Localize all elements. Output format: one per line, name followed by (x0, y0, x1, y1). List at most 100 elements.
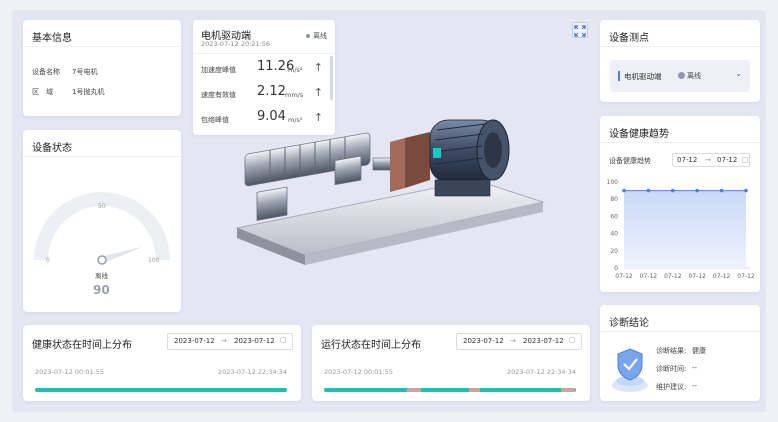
status-dot-icon (306, 34, 310, 38)
timeline-segment (407, 388, 422, 392)
area-value: 1号抛丸机 (72, 88, 105, 96)
gauge-value: 90 (93, 283, 110, 297)
series-area (624, 190, 746, 268)
gauge-state-label: 离线 (95, 272, 108, 280)
data-point (646, 188, 651, 193)
device-name-value: 7号电机 (72, 68, 98, 76)
metric-unit: m/s² (288, 66, 303, 74)
motor-scrollbar[interactable] (330, 56, 333, 100)
metric-row-accel: 加速度峰值 11.26 m/s² ↑ (201, 59, 329, 79)
measure-points-title: 设备测点 (600, 20, 760, 47)
y-tick-label: 60 (610, 213, 618, 220)
gauge-max-label: 100 (148, 257, 160, 264)
diagnosis-result-value: 健康 (692, 347, 706, 355)
basic-info-title: 基本信息 (23, 20, 181, 47)
timeline-segment (324, 388, 408, 392)
data-point (622, 188, 626, 193)
x-tick-label: 07-12 (640, 273, 658, 280)
x-tick-label: 07-12 (615, 273, 633, 280)
timeline-segment (468, 388, 481, 392)
run-timeline-bar[interactable] (324, 388, 576, 392)
run-end-time: 2023-07-12 22:34:34 (506, 368, 576, 376)
diagnosis-time-value: -- (692, 364, 698, 372)
health-trend-chart: 0 20 40 60 80 100 07-12 07-12 07-12 07-12 07-12 07-… (607, 179, 755, 280)
diagnosis-card: 诊断结论 诊断结果: 健康 诊断时间: -- 维护建议: -- (600, 305, 760, 401)
trend-date-range-picker[interactable]: 07-12 → 07-12 ▢ (672, 153, 750, 167)
data-point (671, 188, 675, 193)
y-tick-label: 0 (614, 265, 618, 272)
x-tick-label: 07-12 (688, 273, 706, 280)
arrow-up-icon: ↑ (313, 86, 323, 99)
timeline-segment (35, 388, 287, 392)
basic-info-card: 基本信息 设备名称 7号电机 区 域 1号抛丸机 (23, 20, 181, 116)
expand-icon (574, 25, 586, 37)
run-date-range-picker[interactable]: 2023-07-12 → 2023-07-12 ▢ (456, 333, 582, 350)
measure-point-select[interactable]: 电机驱动端 离线 ⌄ (610, 60, 750, 92)
run-distribution-title: 运行状态在时间上分布 (321, 340, 421, 351)
gauge-mid-label: 50 (98, 203, 106, 210)
health-trend-card: 设备健康趋势 设备健康趋势 07-12 → 07-12 ▢ 0 20 40 60 80 1… (600, 116, 760, 292)
y-tick-label: 40 (610, 231, 618, 238)
fullscreen-button[interactable] (572, 22, 588, 38)
trend-date-from: 07-12 (677, 156, 698, 164)
device-status-title: 设备状态 (23, 130, 181, 157)
x-tick-label: 07-12 (664, 273, 682, 280)
metric-label: 速度有效值 (201, 91, 236, 99)
metric-unit: mm/s (285, 91, 304, 99)
timeline-segment (421, 388, 469, 392)
y-tick-label: 20 (610, 248, 618, 255)
gauge-min-label: 0 (46, 257, 50, 264)
y-tick-label: 100 (607, 179, 619, 186)
metric-label: 加速度峰值 (201, 66, 236, 74)
diagnosis-result-label: 诊断结果: (656, 347, 687, 355)
motor-end-timestamp: 2023-07-12 20:21:56 (201, 40, 271, 48)
calendar-icon: ▢ (742, 156, 749, 164)
device-status-card: 设备状态 0 50 100 离线 90 (23, 130, 181, 312)
y-tick-label: 80 (610, 196, 618, 203)
run-start-time: 2023-07-12 00:01:55 (324, 368, 394, 376)
pump-motor-3d-model[interactable] (225, 110, 560, 270)
selected-indicator (618, 71, 620, 81)
trend-date-to: 07-12 (717, 156, 738, 164)
metric-row-velocity: 速度有效值 2.12 mm/s ↑ (201, 84, 329, 104)
motor-end-status-text: 离线 (313, 32, 327, 40)
measure-point-status-text: 离线 (687, 72, 701, 80)
x-tick-label: 07-12 (737, 273, 755, 280)
motor-divider (193, 53, 335, 54)
area-label: 区 域 (32, 88, 53, 96)
health-date-range-picker[interactable]: 2023-07-12 → 2023-07-12 ▢ (167, 333, 293, 350)
timeline-segment (560, 388, 575, 392)
trend-range-label: 设备健康趋势 (609, 157, 651, 165)
x-tick-label: 07-12 (713, 273, 731, 280)
chevron-down-icon: ⌄ (735, 69, 742, 78)
health-distribution-card: 健康状态在时间上分布 2023-07-12 → 2023-07-12 ▢ 202… (23, 325, 301, 401)
range-arrow-icon: → (705, 156, 711, 164)
health-end-time: 2023-07-12 22:34:34 (217, 368, 287, 376)
range-arrow-icon: → (510, 337, 516, 345)
offline-dot-icon (678, 72, 685, 79)
measure-point-name: 电机驱动端 (624, 72, 662, 81)
maintenance-advice-label: 维护建议: (656, 383, 687, 391)
health-start-time: 2023-07-12 00:01:55 (35, 368, 105, 376)
diagnosis-shield-icon (612, 348, 648, 392)
run-distribution-card: 运行状态在时间上分布 2023-07-12 → 2023-07-12 ▢ 202… (312, 325, 590, 401)
measure-points-card: 设备测点 电机驱动端 离线 ⌄ (600, 20, 760, 102)
data-point (719, 188, 724, 193)
run-date-from: 2023-07-12 (463, 337, 504, 345)
data-point (695, 188, 699, 193)
diagnosis-title: 诊断结论 (600, 305, 760, 332)
arrow-up-icon: ↑ (313, 61, 323, 74)
metric-value: 2.12 (257, 84, 286, 99)
device-name-label: 设备名称 (32, 68, 60, 76)
health-trend-title: 设备健康趋势 (600, 116, 760, 143)
diagnosis-time-label: 诊断时间: (656, 365, 687, 373)
timeline-segment (480, 388, 561, 392)
timeline-segment (574, 388, 576, 392)
health-timeline-bar[interactable] (35, 388, 287, 392)
range-arrow-icon: → (221, 337, 227, 345)
measure-point-status: 离线 (678, 71, 701, 81)
run-date-to: 2023-07-12 (523, 337, 564, 345)
health-date-to: 2023-07-12 (234, 337, 275, 345)
health-distribution-title: 健康状态在时间上分布 (32, 340, 132, 351)
maintenance-advice-value: -- (692, 382, 698, 390)
